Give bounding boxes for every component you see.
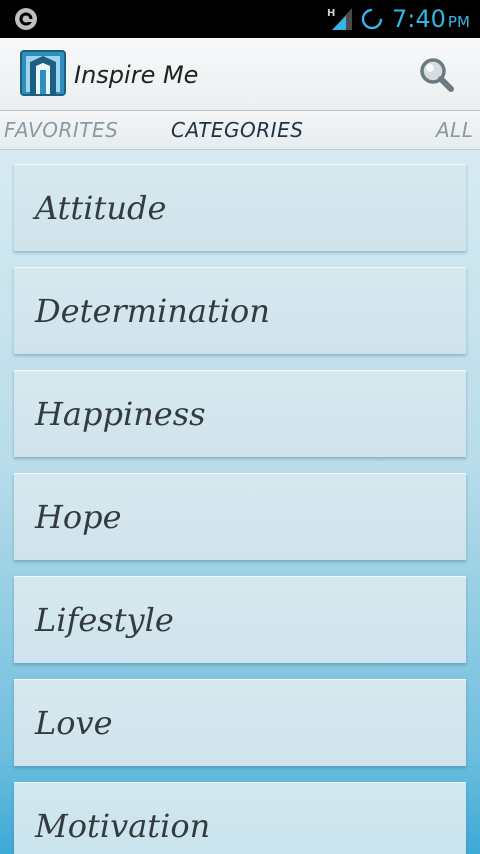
tab-bar: FAVORITES CATEGORIES ALL — [0, 111, 480, 150]
category-label: Lifestyle — [35, 601, 174, 639]
status-clock: 7:40 PM — [392, 4, 470, 34]
tab-favorites[interactable]: FAVORITES — [4, 111, 118, 149]
category-label: Happiness — [35, 395, 206, 433]
action-bar: Inspire Me — [0, 38, 480, 111]
category-item-love[interactable]: Love — [14, 679, 466, 766]
category-list[interactable]: Attitude Determination Happiness Hope Li… — [0, 150, 480, 854]
app-notification-icon — [15, 8, 37, 30]
category-item-motivation[interactable]: Motivation — [14, 782, 466, 854]
category-label: Determination — [35, 292, 270, 330]
category-label: Hope — [35, 498, 122, 536]
app-title: Inspire Me — [74, 61, 199, 89]
search-icon[interactable] — [414, 54, 460, 96]
clock-ampm: PM — [447, 13, 470, 31]
network-type-label: H — [327, 8, 335, 19]
category-item-hope[interactable]: Hope — [14, 473, 466, 560]
category-item-attitude[interactable]: Attitude — [14, 164, 466, 251]
tab-categories[interactable]: CATEGORIES — [171, 111, 303, 149]
category-item-happiness[interactable]: Happiness — [14, 370, 466, 457]
category-item-lifestyle[interactable]: Lifestyle — [14, 576, 466, 663]
category-label: Motivation — [35, 807, 211, 845]
signal-icon: H — [327, 8, 352, 30]
sync-icon — [361, 8, 383, 30]
tab-all[interactable]: ALL — [436, 111, 473, 149]
status-bar: H 7:40 PM — [0, 0, 480, 38]
category-item-determination[interactable]: Determination — [14, 267, 466, 354]
category-label: Attitude — [35, 189, 167, 227]
category-label: Love — [35, 704, 113, 742]
app-logo-icon[interactable] — [20, 50, 66, 98]
clock-time: 7:40 — [392, 5, 446, 33]
